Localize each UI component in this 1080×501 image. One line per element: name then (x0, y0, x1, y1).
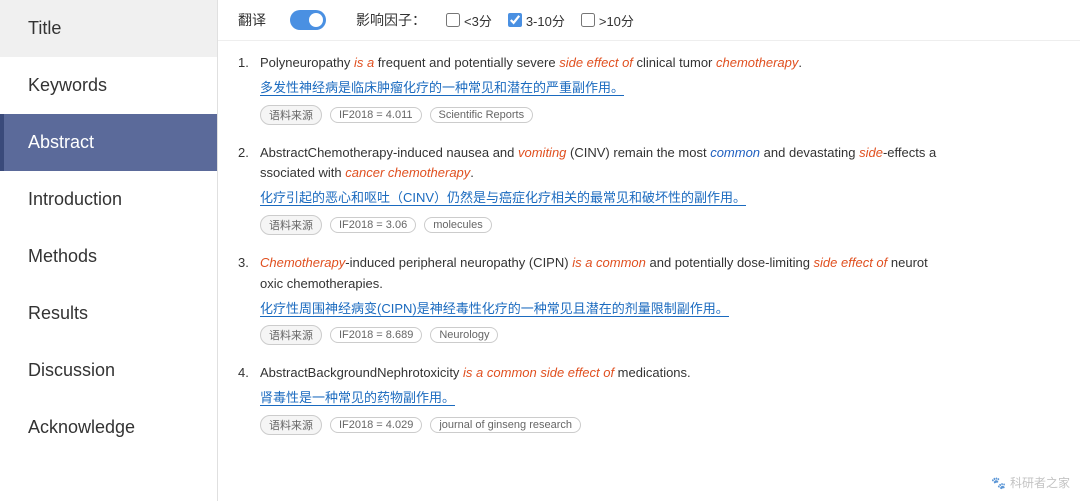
result-body-1: Polyneuropathy is a frequent and potenti… (260, 53, 1060, 125)
cn-highlight-4: 肾毒性是一种常见的药物副作用。 (260, 390, 455, 406)
tag-journal-3: Neurology (430, 327, 498, 343)
result-body-2: AbstractChemotherapy-induced nausea and … (260, 143, 1060, 235)
tag-journal-1: Scientific Reports (430, 107, 534, 123)
sidebar-item-abstract[interactable]: Abstract (0, 114, 217, 171)
result-en-4: AbstractBackgroundNephrotoxicity is a co… (260, 363, 1060, 384)
tags-2: 语料来源 IF2018 = 3.06 molecules (260, 215, 1060, 235)
highlight-2-2: common (710, 145, 760, 160)
result-en-3: Chemotherapy-induced peripheral neuropat… (260, 253, 1060, 295)
highlight-4-1: is a common side effect of (463, 365, 614, 380)
tag-source-1: 语料来源 (260, 105, 322, 125)
tag-if-2: IF2018 = 3.06 (330, 217, 416, 233)
sidebar-item-results[interactable]: Results (0, 285, 217, 342)
tag-source-2: 语料来源 (260, 215, 322, 235)
watermark: 🐾 科研者之家 (991, 474, 1070, 491)
result-en-1: Polyneuropathy is a frequent and potenti… (260, 53, 1060, 74)
sidebar-item-introduction[interactable]: Introduction (0, 171, 217, 228)
tag-journal-2: molecules (424, 217, 492, 233)
tag-if-3: IF2018 = 8.689 (330, 327, 422, 343)
result-index-3: 3. (238, 253, 260, 345)
factor-label: 影响因子： (356, 10, 426, 30)
tag-if-4: IF2018 = 4.029 (330, 417, 422, 433)
result-cn-4: 肾毒性是一种常见的药物副作用。 (260, 388, 1060, 409)
highlight-2-1: vomiting (518, 145, 566, 160)
checkbox-gt10[interactable]: >10分 (581, 11, 634, 30)
results-content: 1. Polyneuropathy is a frequent and pote… (218, 41, 1080, 501)
result-index-2: 2. (238, 143, 260, 235)
sidebar-item-keywords[interactable]: Keywords (0, 57, 217, 114)
main-content: 翻译 影响因子： <3分 3-10分 >10分 1. (218, 0, 1080, 501)
tags-1: 语料来源 IF2018 = 4.011 Scientific Reports (260, 105, 1060, 125)
highlight-1-3: chemotherapy (716, 55, 798, 70)
result-item-1: 1. Polyneuropathy is a frequent and pote… (238, 53, 1060, 125)
tag-if-1: IF2018 = 4.011 (330, 107, 422, 123)
tag-source-3: 语料来源 (260, 325, 322, 345)
checkbox-gt10-label: >10分 (599, 11, 634, 30)
highlight-3-2: is a common (572, 255, 646, 270)
sidebar-item-acknowledge[interactable]: Acknowledge (0, 399, 217, 456)
result-body-4: AbstractBackgroundNephrotoxicity is a co… (260, 363, 1060, 435)
watermark-text: 科研者之家 (1010, 474, 1070, 491)
factor-checkboxes: <3分 3-10分 >10分 (446, 11, 634, 30)
result-cn-3: 化疗性周围神经病变(CIPN)是神经毒性化疗的一种常见且潜在的剂量限制副作用。 (260, 299, 1060, 320)
highlight-3-3: side effect of (814, 255, 888, 270)
checkbox-3-10-label: 3-10分 (526, 11, 565, 30)
tags-3: 语料来源 IF2018 = 8.689 Neurology (260, 325, 1060, 345)
highlight-2-4: cancer chemotherapy (345, 165, 470, 180)
checkbox-3-10[interactable]: 3-10分 (508, 11, 565, 30)
cn-highlight-2: 化疗引起的恶心和呕吐（CINV）仍然是与癌症化疗相关的最常见和破坏性的副作用。 (260, 190, 746, 206)
highlight-1-2: side effect of (559, 55, 633, 70)
result-cn-1: 多发性神经病是临床肿瘤化疗的一种常见和潜在的严重副作用。 (260, 78, 1060, 99)
result-body-3: Chemotherapy-induced peripheral neuropat… (260, 253, 1060, 345)
result-index-4: 4. (238, 363, 260, 435)
sidebar-item-discussion[interactable]: Discussion (0, 342, 217, 399)
toolbar: 翻译 影响因子： <3分 3-10分 >10分 (218, 0, 1080, 41)
result-item-3: 3. Chemotherapy-induced peripheral neuro… (238, 253, 1060, 345)
tags-4: 语料来源 IF2018 = 4.029 journal of ginseng r… (260, 415, 1060, 435)
sidebar: TitleKeywordsAbstractIntroductionMethods… (0, 0, 218, 501)
result-cn-2: 化疗引起的恶心和呕吐（CINV）仍然是与癌症化疗相关的最常见和破坏性的副作用。 (260, 188, 1060, 209)
tag-journal-4: journal of ginseng research (430, 417, 581, 433)
sidebar-item-methods[interactable]: Methods (0, 228, 217, 285)
result-item-4: 4. AbstractBackgroundNephrotoxicity is a… (238, 363, 1060, 435)
result-en-2: AbstractChemotherapy-induced nausea and … (260, 143, 1060, 185)
result-item-2: 2. AbstractChemotherapy-induced nausea a… (238, 143, 1060, 235)
highlight-3-1: Chemotherapy (260, 255, 345, 270)
cn-highlight-3: 化疗性周围神经病变(CIPN)是神经毒性化疗的一种常见且潜在的剂量限制副作用。 (260, 301, 729, 317)
watermark-icon: 🐾 (991, 476, 1006, 490)
sidebar-item-title[interactable]: Title (0, 0, 217, 57)
cn-highlight-1: 多发性神经病是临床肿瘤化疗的一种常见和潜在的严重副作用。 (260, 80, 624, 96)
tag-source-4: 语料来源 (260, 415, 322, 435)
translate-label: 翻译 (238, 10, 266, 30)
highlight-2-3: side (859, 145, 883, 160)
result-index-1: 1. (238, 53, 260, 125)
translate-toggle[interactable] (290, 10, 326, 30)
checkbox-lt3-label: <3分 (464, 11, 492, 30)
checkbox-lt3[interactable]: <3分 (446, 11, 492, 30)
highlight-1-1: is a (354, 55, 374, 70)
